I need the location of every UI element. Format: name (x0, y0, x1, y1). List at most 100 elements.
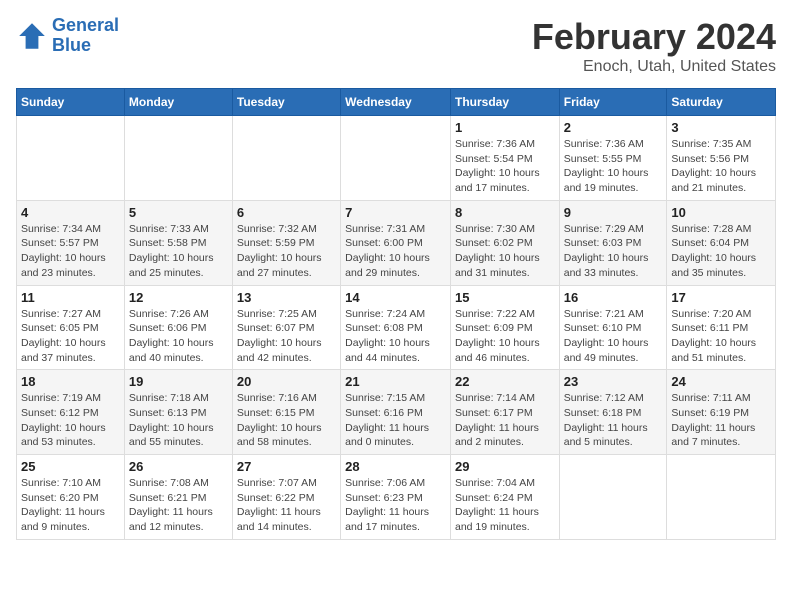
calendar-cell: 2Sunrise: 7:36 AM Sunset: 5:55 PM Daylig… (559, 116, 667, 201)
day-info: Sunrise: 7:27 AM Sunset: 6:05 PM Dayligh… (21, 307, 120, 366)
day-number: 25 (21, 459, 120, 474)
day-number: 23 (564, 374, 663, 389)
calendar-cell: 9 Sunrise: 7:29 AM Sunset: 6:03 PM Daylig… (559, 200, 667, 285)
calendar-cell: 7 Sunrise: 7:31 AM Sunset: 6:00 PM Daylig… (341, 200, 451, 285)
calendar-cell: 14 Sunrise: 7:24 AM Sunset: 6:08 PM Dayli… (341, 285, 451, 370)
calendar-header-row: SundayMondayTuesdayWednesdayThursdayFrid… (17, 89, 776, 116)
day-number: 8 (455, 205, 555, 220)
day-info: Sunrise: 7:29 AM Sunset: 6:03 PM Dayligh… (564, 222, 663, 281)
header: General Blue February 2024 Enoch, Utah, … (16, 16, 776, 76)
calendar-cell: 22Sunrise: 7:14 AM Sunset: 6:17 PM Dayli… (450, 370, 559, 455)
calendar-week-row: 18Sunrise: 7:19 AM Sunset: 6:12 PM Dayli… (17, 370, 776, 455)
calendar-cell (124, 116, 232, 201)
calendar-week-row: 11Sunrise: 7:27 AM Sunset: 6:05 PM Dayli… (17, 285, 776, 370)
calendar-cell: 6 Sunrise: 7:32 AM Sunset: 5:59 PM Daylig… (232, 200, 340, 285)
day-number: 6 (237, 205, 336, 220)
day-number: 10 (671, 205, 771, 220)
day-number: 14 (345, 290, 446, 305)
calendar-cell: 23 Sunrise: 7:12 AM Sunset: 6:18 PM Dayli… (559, 370, 667, 455)
day-number: 28 (345, 459, 446, 474)
calendar-cell: 13 Sunrise: 7:25 AM Sunset: 6:07 PM Dayli… (232, 285, 340, 370)
day-info: Sunrise: 7:34 AM Sunset: 5:57 PM Dayligh… (21, 222, 120, 281)
day-info: Sunrise: 7:11 AM Sunset: 6:19 PM Dayligh… (671, 391, 771, 450)
calendar-cell: 10 Sunrise: 7:28 AM Sunset: 6:04 PM Dayli… (667, 200, 776, 285)
column-header-sunday: Sunday (17, 89, 125, 116)
calendar-cell: 29Sunrise: 7:04 AM Sunset: 6:24 PM Dayli… (450, 455, 559, 540)
calendar-week-row: 4 Sunrise: 7:34 AM Sunset: 5:57 PM Daylig… (17, 200, 776, 285)
calendar-cell: 26 Sunrise: 7:08 AM Sunset: 6:21 PM Dayli… (124, 455, 232, 540)
calendar-cell: 12Sunrise: 7:26 AM Sunset: 6:06 PM Dayli… (124, 285, 232, 370)
day-number: 2 (564, 120, 663, 135)
column-header-monday: Monday (124, 89, 232, 116)
day-number: 13 (237, 290, 336, 305)
day-info: Sunrise: 7:30 AM Sunset: 6:02 PM Dayligh… (455, 222, 555, 281)
day-number: 17 (671, 290, 771, 305)
calendar-cell: 27 Sunrise: 7:07 AM Sunset: 6:22 PM Dayli… (232, 455, 340, 540)
day-info: Sunrise: 7:24 AM Sunset: 6:08 PM Dayligh… (345, 307, 446, 366)
day-info: Sunrise: 7:15 AM Sunset: 6:16 PM Dayligh… (345, 391, 446, 450)
day-number: 1 (455, 120, 555, 135)
main-title: February 2024 (532, 16, 776, 58)
day-info: Sunrise: 7:25 AM Sunset: 6:07 PM Dayligh… (237, 307, 336, 366)
calendar-cell: 24 Sunrise: 7:11 AM Sunset: 6:19 PM Dayli… (667, 370, 776, 455)
day-number: 27 (237, 459, 336, 474)
day-info: Sunrise: 7:33 AM Sunset: 5:58 PM Dayligh… (129, 222, 228, 281)
calendar-cell (667, 455, 776, 540)
calendar-cell (341, 116, 451, 201)
day-number: 19 (129, 374, 228, 389)
day-info: Sunrise: 7:07 AM Sunset: 6:22 PM Dayligh… (237, 476, 336, 535)
calendar-cell: 5Sunrise: 7:33 AM Sunset: 5:58 PM Daylig… (124, 200, 232, 285)
calendar-cell: 15Sunrise: 7:22 AM Sunset: 6:09 PM Dayli… (450, 285, 559, 370)
day-info: Sunrise: 7:06 AM Sunset: 6:23 PM Dayligh… (345, 476, 446, 535)
day-number: 3 (671, 120, 771, 135)
logo-general: General (52, 15, 119, 35)
calendar-week-row: 25 Sunrise: 7:10 AM Sunset: 6:20 PM Dayli… (17, 455, 776, 540)
day-info: Sunrise: 7:10 AM Sunset: 6:20 PM Dayligh… (21, 476, 120, 535)
calendar-cell: 18Sunrise: 7:19 AM Sunset: 6:12 PM Dayli… (17, 370, 125, 455)
logo-text: General Blue (52, 16, 119, 56)
day-number: 20 (237, 374, 336, 389)
title-area: February 2024 Enoch, Utah, United States (532, 16, 776, 76)
day-number: 24 (671, 374, 771, 389)
day-number: 18 (21, 374, 120, 389)
calendar-cell: 25 Sunrise: 7:10 AM Sunset: 6:20 PM Dayli… (17, 455, 125, 540)
day-number: 26 (129, 459, 228, 474)
day-info: Sunrise: 7:32 AM Sunset: 5:59 PM Dayligh… (237, 222, 336, 281)
calendar-cell: 20 Sunrise: 7:16 AM Sunset: 6:15 PM Dayli… (232, 370, 340, 455)
day-number: 9 (564, 205, 663, 220)
day-info: Sunrise: 7:36 AM Sunset: 5:54 PM Dayligh… (455, 137, 555, 196)
day-number: 16 (564, 290, 663, 305)
day-number: 4 (21, 205, 120, 220)
day-info: Sunrise: 7:18 AM Sunset: 6:13 PM Dayligh… (129, 391, 228, 450)
day-number: 22 (455, 374, 555, 389)
column-header-tuesday: Tuesday (232, 89, 340, 116)
day-number: 7 (345, 205, 446, 220)
day-info: Sunrise: 7:28 AM Sunset: 6:04 PM Dayligh… (671, 222, 771, 281)
calendar-cell: 16 Sunrise: 7:21 AM Sunset: 6:10 PM Dayli… (559, 285, 667, 370)
day-info: Sunrise: 7:12 AM Sunset: 6:18 PM Dayligh… (564, 391, 663, 450)
day-info: Sunrise: 7:20 AM Sunset: 6:11 PM Dayligh… (671, 307, 771, 366)
calendar-cell: 19 Sunrise: 7:18 AM Sunset: 6:13 PM Dayli… (124, 370, 232, 455)
calendar-cell: 17 Sunrise: 7:20 AM Sunset: 6:11 PM Dayli… (667, 285, 776, 370)
calendar-cell: 28 Sunrise: 7:06 AM Sunset: 6:23 PM Dayli… (341, 455, 451, 540)
day-info: Sunrise: 7:31 AM Sunset: 6:00 PM Dayligh… (345, 222, 446, 281)
calendar-cell: 8 Sunrise: 7:30 AM Sunset: 6:02 PM Daylig… (450, 200, 559, 285)
calendar-cell: 11Sunrise: 7:27 AM Sunset: 6:05 PM Dayli… (17, 285, 125, 370)
logo-blue: Blue (52, 36, 119, 56)
day-info: Sunrise: 7:35 AM Sunset: 5:56 PM Dayligh… (671, 137, 771, 196)
day-info: Sunrise: 7:08 AM Sunset: 6:21 PM Dayligh… (129, 476, 228, 535)
calendar-cell (232, 116, 340, 201)
day-number: 21 (345, 374, 446, 389)
day-info: Sunrise: 7:04 AM Sunset: 6:24 PM Dayligh… (455, 476, 555, 535)
day-info: Sunrise: 7:16 AM Sunset: 6:15 PM Dayligh… (237, 391, 336, 450)
day-info: Sunrise: 7:21 AM Sunset: 6:10 PM Dayligh… (564, 307, 663, 366)
calendar-week-row: 1 Sunrise: 7:36 AM Sunset: 5:54 PM Daylig… (17, 116, 776, 201)
location-subtitle: Enoch, Utah, United States (532, 58, 776, 76)
calendar-cell: 1 Sunrise: 7:36 AM Sunset: 5:54 PM Daylig… (450, 116, 559, 201)
day-info: Sunrise: 7:26 AM Sunset: 6:06 PM Dayligh… (129, 307, 228, 366)
column-header-wednesday: Wednesday (341, 89, 451, 116)
column-header-saturday: Saturday (667, 89, 776, 116)
logo-icon (16, 20, 48, 52)
day-number: 15 (455, 290, 555, 305)
column-header-friday: Friday (559, 89, 667, 116)
